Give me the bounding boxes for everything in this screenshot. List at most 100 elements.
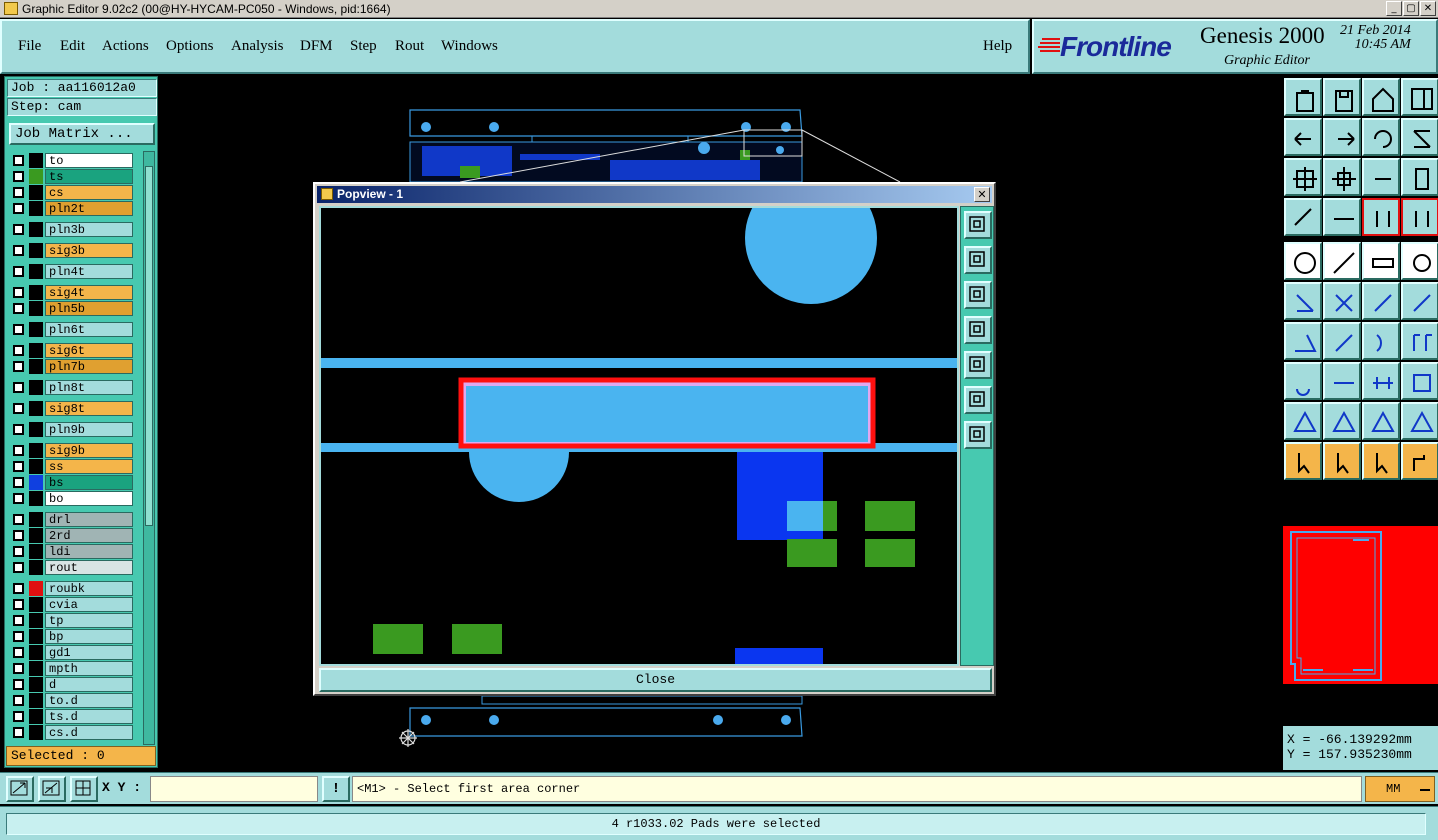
menu-file[interactable]: File bbox=[18, 38, 41, 55]
popview-open-button[interactable] bbox=[964, 246, 992, 274]
layer-checkbox[interactable] bbox=[13, 324, 24, 335]
layer-name[interactable]: tp bbox=[45, 613, 133, 628]
layer-color-swatch[interactable] bbox=[29, 629, 43, 644]
layer-name[interactable]: cvia bbox=[45, 597, 133, 612]
menu-edit[interactable]: Edit bbox=[60, 38, 85, 55]
layer-name[interactable]: bo bbox=[45, 491, 133, 506]
layer-checkbox[interactable] bbox=[13, 345, 24, 356]
layer-row-pln4t[interactable]: pln4t bbox=[9, 264, 135, 279]
connect-button[interactable] bbox=[1284, 282, 1322, 320]
layer-checkbox[interactable] bbox=[13, 461, 24, 472]
select-arrow-button[interactable] bbox=[1284, 442, 1322, 480]
layer-color-swatch[interactable] bbox=[29, 613, 43, 628]
layer-checkbox[interactable] bbox=[13, 155, 24, 166]
layer-color-swatch[interactable] bbox=[29, 544, 43, 559]
layer-toggle-button[interactable] bbox=[1401, 198, 1438, 236]
layer-checkbox[interactable] bbox=[13, 424, 24, 435]
layer-color-swatch[interactable] bbox=[29, 693, 43, 708]
layer-row-roubk[interactable]: roubk bbox=[9, 581, 135, 596]
menu-windows[interactable]: Windows bbox=[441, 38, 498, 55]
layer-row-ss[interactable]: ss bbox=[9, 459, 135, 474]
popview-pan-left-button[interactable] bbox=[964, 316, 992, 344]
maximize-button[interactable]: ▢ bbox=[1403, 1, 1419, 16]
group-button[interactable] bbox=[1401, 362, 1438, 400]
layer-color-swatch[interactable] bbox=[29, 185, 43, 200]
popview-canvas[interactable] bbox=[319, 172, 959, 666]
xy-input[interactable] bbox=[150, 776, 318, 802]
circle-button[interactable] bbox=[1401, 242, 1438, 280]
grid-button[interactable] bbox=[70, 776, 98, 802]
layer-color-swatch[interactable] bbox=[29, 222, 43, 237]
layer-color-swatch[interactable] bbox=[29, 459, 43, 474]
menu-analysis[interactable]: Analysis bbox=[231, 38, 284, 55]
select-arrow2-button[interactable] bbox=[1323, 442, 1361, 480]
layer-row-2rd[interactable]: 2rd bbox=[9, 528, 135, 543]
draw-button[interactable] bbox=[1323, 242, 1361, 280]
dimension-button[interactable] bbox=[1362, 362, 1400, 400]
layer-name[interactable]: ts.d bbox=[45, 709, 133, 724]
layer-name[interactable]: sig4t bbox=[45, 285, 133, 300]
layer-row-rout[interactable]: rout bbox=[9, 560, 135, 575]
menu-actions[interactable]: Actions bbox=[102, 38, 149, 55]
minimize-button[interactable]: _ bbox=[1386, 1, 1402, 16]
zoom-area-button[interactable] bbox=[6, 776, 34, 802]
layer-name[interactable]: sig6t bbox=[45, 343, 133, 358]
layer-color-swatch[interactable] bbox=[29, 359, 43, 374]
layer-row-mpth[interactable]: mpth bbox=[9, 661, 135, 676]
menu-rout[interactable]: Rout bbox=[395, 38, 424, 55]
triangle3-button[interactable] bbox=[1362, 402, 1400, 440]
route-button[interactable] bbox=[1401, 442, 1438, 480]
layer-color-swatch[interactable] bbox=[29, 597, 43, 612]
segment-button[interactable] bbox=[1323, 362, 1361, 400]
layer-name[interactable]: to.d bbox=[45, 693, 133, 708]
layer-row-sig9b[interactable]: sig9b bbox=[9, 443, 135, 458]
layer-color-swatch[interactable] bbox=[29, 301, 43, 316]
layer-name[interactable]: cs bbox=[45, 185, 133, 200]
layer-checkbox[interactable] bbox=[13, 695, 24, 706]
layer-color-swatch[interactable] bbox=[29, 661, 43, 676]
layer-name[interactable]: bs bbox=[45, 475, 133, 490]
layer-row-drl[interactable]: drl bbox=[9, 512, 135, 527]
layer-checkbox[interactable] bbox=[13, 187, 24, 198]
layer-name[interactable]: bp bbox=[45, 629, 133, 644]
layer-checkbox[interactable] bbox=[13, 303, 24, 314]
layer-checkbox[interactable] bbox=[13, 663, 24, 674]
layer-checkbox[interactable] bbox=[13, 171, 24, 182]
layer-row-ldi[interactable]: ldi bbox=[9, 544, 135, 559]
layer-row-tp[interactable]: tp bbox=[9, 613, 135, 628]
layer-row-sig4t[interactable]: sig4t bbox=[9, 285, 135, 300]
ruler-button[interactable] bbox=[1362, 242, 1400, 280]
layer-name[interactable]: pln9b bbox=[45, 422, 133, 437]
layer-name[interactable]: pln3b bbox=[45, 222, 133, 237]
layer-row-pln7b[interactable]: pln7b bbox=[9, 359, 135, 374]
layer-checkbox[interactable] bbox=[13, 203, 24, 214]
menu-dfm[interactable]: DFM bbox=[300, 38, 333, 55]
layer-color-swatch[interactable] bbox=[29, 422, 43, 437]
layer-checkbox[interactable] bbox=[13, 727, 24, 738]
job-matrix-button[interactable]: Job Matrix ... bbox=[9, 123, 155, 145]
scroll-thumb[interactable] bbox=[145, 166, 153, 526]
layer-color-swatch[interactable] bbox=[29, 243, 43, 258]
layer-color-swatch[interactable] bbox=[29, 153, 43, 168]
layer-checkbox[interactable] bbox=[13, 615, 24, 626]
layer-row-to-d[interactable]: to.d bbox=[9, 693, 135, 708]
layer-color-swatch[interactable] bbox=[29, 343, 43, 358]
zoom-fit-button[interactable] bbox=[1284, 158, 1322, 196]
split-view-button[interactable] bbox=[1401, 78, 1438, 116]
line-button[interactable] bbox=[1362, 282, 1400, 320]
menu-help[interactable]: Help bbox=[983, 38, 1012, 55]
layer-scrollbar[interactable] bbox=[143, 151, 155, 745]
wrench-button[interactable] bbox=[1284, 198, 1322, 236]
layer-name[interactable]: pln4t bbox=[45, 264, 133, 279]
layer-color-swatch[interactable] bbox=[29, 512, 43, 527]
layer-row-cs-d[interactable]: cs.d bbox=[9, 725, 135, 740]
measure-button[interactable] bbox=[38, 776, 66, 802]
layer-row-gd1[interactable]: gd1 bbox=[9, 645, 135, 660]
menu-options[interactable]: Options bbox=[166, 38, 214, 55]
layer-name[interactable]: drl bbox=[45, 512, 133, 527]
layer-checkbox[interactable] bbox=[13, 583, 24, 594]
layer-name[interactable]: pln6t bbox=[45, 322, 133, 337]
layer-color-swatch[interactable] bbox=[29, 401, 43, 416]
close-window-button[interactable]: ✕ bbox=[1420, 1, 1436, 16]
layer-name[interactable]: sig3b bbox=[45, 243, 133, 258]
